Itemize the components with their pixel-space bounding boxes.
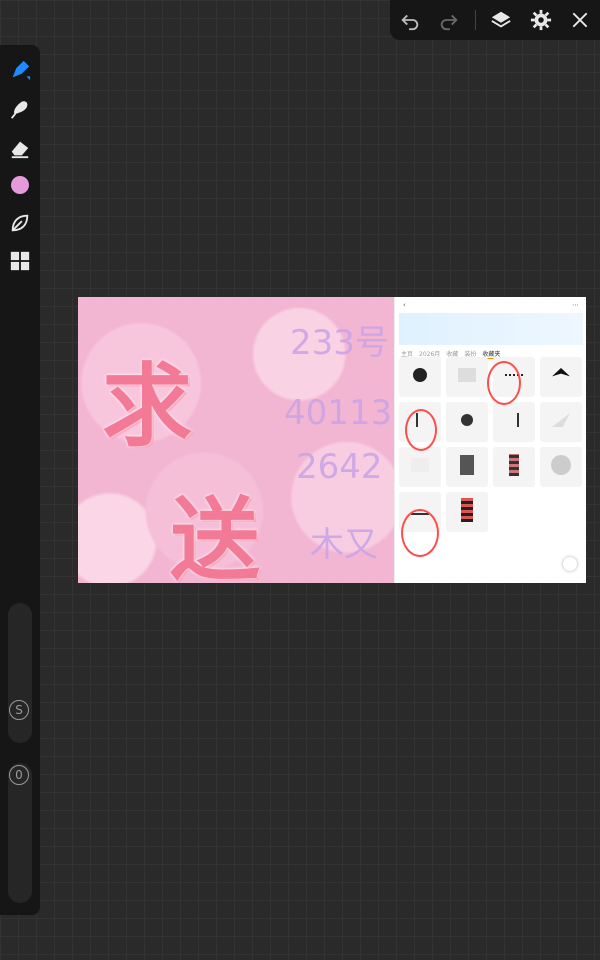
item-sparkle xyxy=(399,447,441,487)
undo-button[interactable] xyxy=(396,6,424,34)
leaf-icon xyxy=(11,214,29,232)
left-toolbar: S 0 xyxy=(0,45,40,915)
art-char-1: 求 xyxy=(102,353,192,459)
close-icon xyxy=(572,12,588,28)
embedded-screenshot: ‹ ⋯ 主页 2026月 收藏 装扮 收藏夹 xyxy=(394,297,586,583)
highlight-circle-3 xyxy=(401,509,439,557)
drawing-canvas[interactable]: 求 送 233号 401135 2642 木又 ‹ ⋯ 主页 2026月 收藏 … xyxy=(78,297,586,583)
redo-icon xyxy=(441,14,458,31)
crow-icon xyxy=(552,368,570,377)
layers-button[interactable] xyxy=(487,6,515,34)
color-picker[interactable] xyxy=(8,173,32,197)
item-bone xyxy=(446,357,488,397)
hair-icon xyxy=(551,455,571,475)
orb-icon xyxy=(461,414,473,426)
settings-button[interactable] xyxy=(527,6,555,34)
highlight-circle-2 xyxy=(405,409,437,451)
back-icon: ‹ xyxy=(403,301,406,309)
highlight-circle-1 xyxy=(487,361,521,405)
note-line-3: 2642 xyxy=(296,447,383,487)
brush-icon xyxy=(12,60,31,81)
staff-icon xyxy=(509,413,519,427)
gear-icon xyxy=(530,9,551,31)
opacity-label: 0 xyxy=(9,765,29,785)
item-crow xyxy=(540,357,582,397)
toolbar-divider xyxy=(474,10,476,30)
item-staff xyxy=(493,402,535,442)
item-orb xyxy=(446,402,488,442)
close-button[interactable] xyxy=(566,6,594,34)
item-hair xyxy=(540,447,582,487)
size-label: S xyxy=(9,700,29,720)
brush-size-slider[interactable] xyxy=(8,603,32,743)
sparkle-icon xyxy=(411,458,429,472)
gallery-tool[interactable] xyxy=(8,249,32,273)
figure-icon xyxy=(460,455,474,475)
top-toolbar xyxy=(390,0,600,40)
undo-icon xyxy=(401,14,418,31)
item-wing xyxy=(540,402,582,442)
panda-icon xyxy=(413,368,427,382)
item-outfit xyxy=(446,492,488,532)
stripes-icon xyxy=(509,454,519,476)
smudge-icon xyxy=(11,101,28,119)
phone-header: ‹ ⋯ xyxy=(395,297,586,313)
layers-icon xyxy=(491,11,511,28)
float-button xyxy=(563,557,577,571)
item-figure xyxy=(446,447,488,487)
color-swatch xyxy=(11,176,29,194)
bone-icon xyxy=(458,368,476,382)
phone-banner xyxy=(399,313,583,345)
outfit-icon xyxy=(461,498,473,522)
grid-icon xyxy=(10,251,30,271)
item-panda xyxy=(399,357,441,397)
transform-tool[interactable] xyxy=(8,211,32,235)
note-line-4: 木又 xyxy=(310,525,378,565)
redo-button[interactable] xyxy=(435,6,463,34)
more-icon: ⋯ xyxy=(572,301,579,309)
note-line-1: 233号 xyxy=(290,323,389,363)
smudge-tool[interactable] xyxy=(8,97,32,121)
brush-tool[interactable] xyxy=(8,58,32,82)
eraser-tool[interactable] xyxy=(8,136,32,160)
item-stripes xyxy=(493,447,535,487)
eraser-icon xyxy=(11,141,29,159)
art-char-2: 送 xyxy=(170,487,260,583)
wing-icon xyxy=(552,413,570,427)
